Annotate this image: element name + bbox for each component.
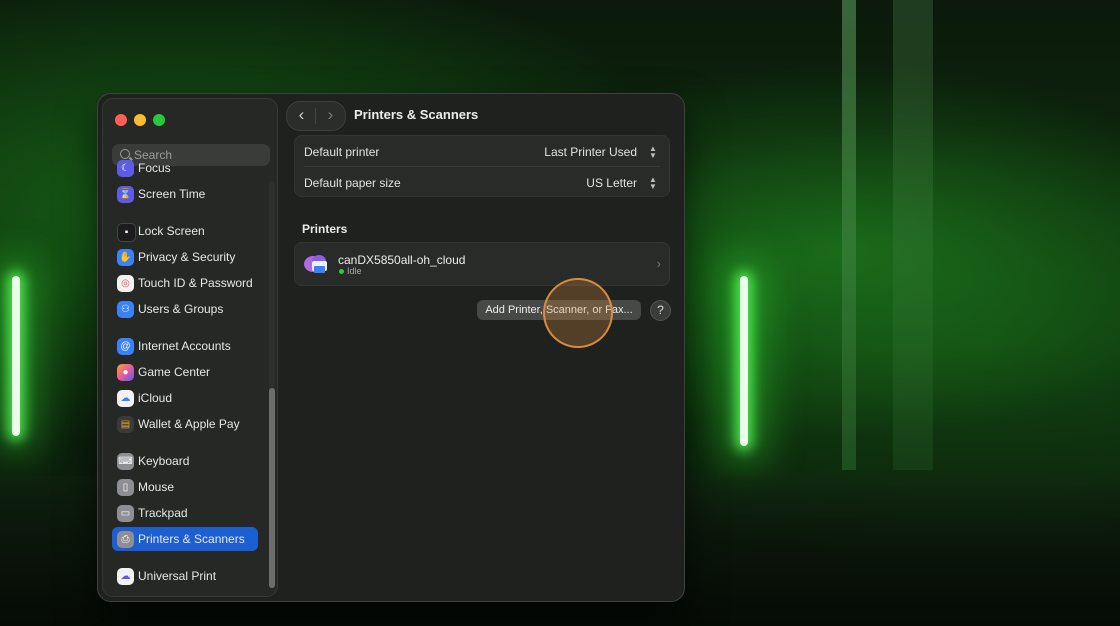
sidebar-item-label: Mouse [138,480,175,494]
keyboard-icon: ⌨ [117,453,134,470]
sidebar-item-label: Trackpad [138,506,188,520]
settings-window: ☾ Focus ⌛ Screen Time ▪ Lock Screen ✋ Pr… [97,93,685,602]
sidebar-item-users-groups[interactable]: ⚇ Users & Groups [112,297,258,321]
sidebar-item-lock-screen[interactable]: ▪ Lock Screen [112,219,258,243]
wallet-icon: ▤ [117,416,134,433]
forward-button[interactable]: › [316,102,345,130]
default-paper-select[interactable]: US Letter [586,176,637,190]
printers-section-title: Printers [302,222,348,236]
close-window-button[interactable] [115,114,127,126]
sidebar-item-label: Users & Groups [138,302,224,316]
default-printer-label: Default printer [304,145,380,159]
printer-name: canDX5850all-oh_cloud [338,253,466,267]
game-center-icon: ● [117,364,134,381]
sidebar-item-label: Universal Print [138,569,217,583]
cloud-icon: ☁ [117,390,134,407]
page-title: Printers & Scanners [354,107,479,122]
help-button[interactable]: ? [650,300,671,321]
printer-icon: ⎙ [117,531,134,548]
sidebar-item-keyboard[interactable]: ⌨ Keyboard [112,449,258,473]
sidebar-item-label: Lock Screen [138,224,205,238]
sidebar-item-trackpad[interactable]: ▭ Trackpad [112,501,258,525]
sidebar-item-screen-time[interactable]: ⌛ Screen Time [112,182,258,206]
sidebar-item-printers-scanners[interactable]: ⎙ Printers & Scanners [112,527,258,551]
sidebar-item-label: Privacy & Security [138,250,236,264]
neon-tube-left [12,276,20,436]
chevron-right-icon: › [656,256,661,271]
users-icon: ⚇ [117,301,134,318]
sidebar-item-mouse[interactable]: ▯ Mouse [112,475,258,499]
minimize-window-button[interactable] [134,114,146,126]
printer-status: Idle [347,266,362,276]
defaults-card: Default printer Last Printer Used ▲ ▼ Def… [294,135,670,197]
sidebar-item-label: Focus [138,161,171,175]
sidebar-item-label: Game Center [138,365,211,379]
fingerprint-icon: ◎ [117,275,134,292]
trackpad-icon: ▭ [117,505,134,522]
sidebar-item-internet-accounts[interactable]: @ Internet Accounts [112,334,258,358]
cloud-printer-icon [304,255,327,273]
sidebar-item-wallet[interactable]: ▤ Wallet & Apple Pay [112,412,258,436]
click-highlight [543,278,613,348]
default-printer-select[interactable]: Last Printer Used [544,145,637,159]
sidebar-item-label: Wallet & Apple Pay [138,417,240,431]
sidebar-item-label: Keyboard [138,454,190,468]
status-dot [339,269,344,274]
sidebar-item-label: Screen Time [138,187,206,201]
at-icon: @ [117,338,134,355]
back-button[interactable]: ‹ [287,102,316,130]
hourglass-icon: ⌛ [117,186,134,203]
lock-icon: ▪ [117,223,136,242]
hand-icon: ✋ [117,249,134,266]
sidebar: ☾ Focus ⌛ Screen Time ▪ Lock Screen ✋ Pr… [102,98,278,597]
sidebar-item-label: Touch ID & Password [138,276,253,290]
sidebar-item-touch-id[interactable]: ◎ Touch ID & Password [112,271,258,295]
default-paper-label: Default paper size [304,176,401,190]
background-pillar [893,0,933,470]
sidebar-item-game-center[interactable]: ● Game Center [112,360,258,384]
sidebar-item-focus[interactable]: ☾ Focus [112,156,258,180]
background-pillar [842,0,856,470]
moon-icon: ☾ [117,160,134,177]
sidebar-item-privacy-security[interactable]: ✋ Privacy & Security [112,245,258,269]
printer-list-item[interactable]: canDX5850all-oh_cloud Idle › [294,242,670,286]
row-divider [304,166,660,167]
chevron-updown-icon[interactable]: ▲ ▼ [648,145,658,160]
neon-tube-right [740,276,748,446]
sidebar-item-label: Printers & Scanners [138,532,245,546]
universal-print-icon: ☁ [117,568,134,585]
sidebar-item-universal-print[interactable]: ☁ Universal Print [112,564,258,588]
navigation-buttons: ‹ › [286,101,346,131]
zoom-window-button[interactable] [153,114,165,126]
sidebar-scrollbar-thumb[interactable] [269,388,275,588]
sidebar-item-icloud[interactable]: ☁ iCloud [112,386,258,410]
sidebar-item-label: Internet Accounts [138,339,231,353]
mouse-icon: ▯ [117,479,134,496]
chevron-updown-icon[interactable]: ▲ ▼ [648,176,658,191]
sidebar-item-label: iCloud [138,391,173,405]
